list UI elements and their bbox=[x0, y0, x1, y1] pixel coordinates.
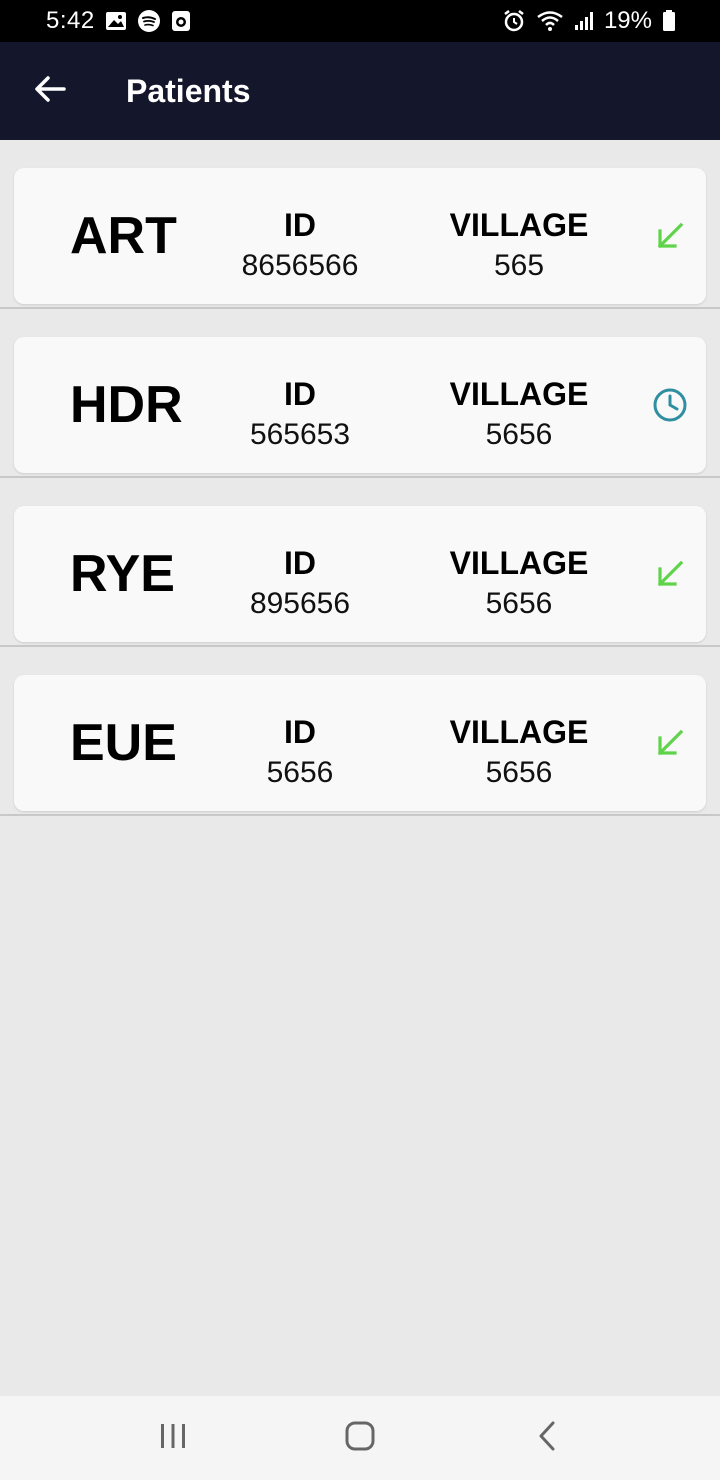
home-icon bbox=[345, 1421, 375, 1456]
village-column: VILLAGE 5656 bbox=[419, 544, 619, 626]
patients-screen: 5:42 19% Patients ART ID 8656566 VILLAGE… bbox=[0, 0, 720, 1480]
battery-icon bbox=[662, 10, 676, 32]
village-column: VILLAGE 5656 bbox=[419, 713, 619, 795]
patient-card[interactable]: RYE ID 895656 VILLAGE 5656 bbox=[14, 506, 706, 642]
alarm-icon bbox=[502, 9, 526, 33]
arrow-left-icon bbox=[34, 75, 66, 108]
recent-apps-button[interactable] bbox=[143, 1408, 203, 1468]
patient-card[interactable]: EUE ID 5656 VILLAGE 5656 bbox=[14, 675, 706, 811]
status-left: 5:42 bbox=[46, 7, 191, 35]
camera-icon bbox=[171, 10, 191, 32]
village-value: 5656 bbox=[485, 756, 553, 789]
id-value: 895656 bbox=[249, 587, 351, 620]
village-column: VILLAGE 565 bbox=[419, 206, 619, 288]
id-label: ID bbox=[284, 714, 316, 750]
id-value: 565653 bbox=[249, 418, 351, 451]
village-column: VILLAGE 5656 bbox=[419, 375, 619, 457]
battery-percent: 19% bbox=[603, 7, 652, 34]
app-bar: Patients bbox=[0, 42, 720, 140]
list-item: RYE ID 895656 VILLAGE 5656 bbox=[0, 478, 720, 647]
id-value: 5656 bbox=[266, 756, 334, 789]
system-nav-bar bbox=[0, 1396, 720, 1480]
id-column: ID 5656 bbox=[200, 713, 400, 795]
village-label: VILLAGE bbox=[449, 207, 589, 243]
arrow-down-left-icon bbox=[652, 725, 688, 761]
recent-apps-icon bbox=[158, 1423, 188, 1454]
patient-card[interactable]: HDR ID 565653 VILLAGE 5656 bbox=[14, 337, 706, 473]
patient-card[interactable]: ART ID 8656566 VILLAGE 565 bbox=[14, 168, 706, 304]
gallery-icon bbox=[105, 11, 127, 31]
back-icon bbox=[537, 1421, 557, 1456]
clock-icon bbox=[652, 387, 688, 423]
id-column: ID 895656 bbox=[200, 544, 400, 626]
list-item: ART ID 8656566 VILLAGE 565 bbox=[0, 140, 720, 309]
wifi-icon bbox=[536, 10, 564, 32]
list-item: EUE ID 5656 VILLAGE 5656 bbox=[0, 647, 720, 816]
id-label: ID bbox=[284, 376, 316, 412]
village-label: VILLAGE bbox=[449, 545, 589, 581]
nav-back-button[interactable] bbox=[517, 1408, 577, 1468]
id-value: 8656566 bbox=[241, 249, 359, 282]
id-column: ID 565653 bbox=[200, 375, 400, 457]
arrow-down-left-icon bbox=[652, 218, 688, 254]
list-item: HDR ID 565653 VILLAGE 5656 bbox=[0, 309, 720, 478]
patient-list: ART ID 8656566 VILLAGE 565 HDR ID 565653… bbox=[0, 140, 720, 816]
back-button[interactable] bbox=[0, 42, 100, 140]
status-right: 19% bbox=[502, 7, 676, 35]
id-label: ID bbox=[284, 207, 316, 243]
id-column: ID 8656566 bbox=[200, 206, 400, 288]
arrow-down-left-icon bbox=[652, 556, 688, 592]
page-title: Patients bbox=[126, 72, 251, 109]
spotify-icon bbox=[137, 9, 161, 33]
home-button[interactable] bbox=[330, 1408, 390, 1468]
village-value: 5656 bbox=[485, 418, 553, 451]
village-value: 5656 bbox=[485, 587, 553, 620]
village-value: 565 bbox=[493, 249, 545, 282]
status-bar: 5:42 19% bbox=[0, 0, 720, 42]
village-label: VILLAGE bbox=[449, 714, 589, 750]
signal-icon bbox=[574, 11, 594, 31]
id-label: ID bbox=[284, 545, 316, 581]
village-label: VILLAGE bbox=[449, 376, 589, 412]
status-time: 5:42 bbox=[46, 7, 95, 34]
